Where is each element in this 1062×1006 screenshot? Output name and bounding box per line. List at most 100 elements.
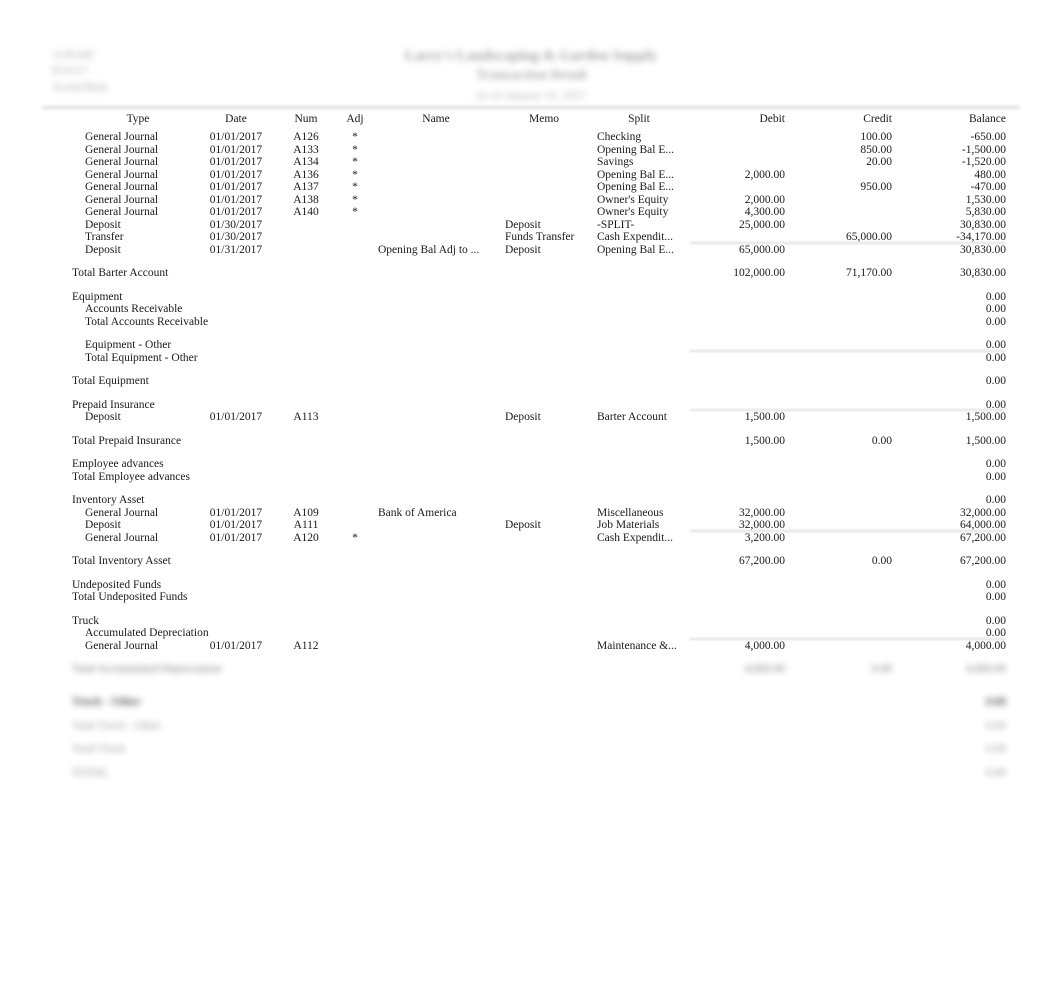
cell-type: Total Accumulated Depreciation — [72, 663, 222, 675]
row-spacer — [0, 364, 1062, 375]
cell-adj: * — [352, 193, 358, 206]
cell-split: Opening Bal E... — [597, 143, 674, 156]
cell-date: 01/01/2017 — [209, 181, 263, 193]
cell-date: 01/01/2017 — [209, 143, 263, 156]
cell-date: 01/01/2017 — [209, 519, 263, 531]
cell-date: 01/01/2017 — [209, 506, 263, 519]
cell-debit: 4,000.00 — [744, 663, 785, 675]
cell-type: Total Equipment - Other — [85, 351, 198, 364]
cell-memo: Deposit — [505, 218, 541, 231]
cell-debit: 65,000.00 — [739, 243, 785, 256]
cell-balance: 30,830.00 — [960, 243, 1006, 256]
transaction-row[interactable]: General Journal 01/01/2017 A120 * Cash Expen… — [0, 532, 1062, 545]
cell-num: A133 — [293, 143, 319, 156]
cell-credit: 100.00 — [860, 131, 892, 143]
total-row: Total Prepaid Insurance 1,500.00 0.00 1,500… — [0, 435, 1062, 448]
cell-balance: 0.00 — [985, 494, 1006, 506]
register-rows: General Journal 01/01/2017 A126 * Checking 10… — [0, 131, 1062, 652]
cell-memo: Funds Transfer — [505, 231, 575, 243]
cell-adj: * — [352, 181, 358, 193]
row-spacer — [0, 424, 1062, 435]
row-spacer — [0, 568, 1062, 579]
cell-memo: Deposit — [505, 519, 541, 531]
cell-num: A120 — [293, 531, 319, 544]
redacted-total-row: Total Truck - Other 0.00 — [0, 720, 1062, 733]
cell-type: Total Equipment — [72, 375, 149, 387]
cell-balance: 0.00 — [985, 470, 1006, 483]
cell-num: A111 — [293, 519, 319, 531]
total-row: Total Accounts Receivable 0.00 — [0, 316, 1062, 329]
transaction-row[interactable]: General Journal 01/01/2017 A134 * Savings 20.… — [0, 156, 1062, 169]
redacted-total-row: Truck - Other 0.00 — [0, 696, 1062, 709]
transaction-row[interactable]: Deposit 01/01/2017 A113 Deposit Barter Accou… — [0, 411, 1062, 424]
row-spacer — [0, 447, 1062, 458]
account-header-row: Accounts Receivable 0.00 — [0, 303, 1062, 316]
cell-debit: 4,000.00 — [744, 639, 785, 652]
transaction-row[interactable]: General Journal 01/01/2017 A109 Bank of Ame… — [0, 507, 1062, 520]
redacted-total-row: Total Truck 0.00 — [0, 743, 1062, 756]
transaction-row[interactable]: General Journal 01/01/2017 A140 * Owner's Eq… — [0, 206, 1062, 219]
cell-type: Total Employee advances — [72, 470, 190, 483]
transaction-register: Type Date Num Adj Name Memo Split Debit … — [0, 112, 1062, 797]
cell-credit: 0.00 — [871, 555, 892, 567]
total-row: Total Undeposited Funds 0.00 — [0, 591, 1062, 604]
transaction-row[interactable]: General Journal 01/01/2017 A133 * Opening Ba… — [0, 144, 1062, 157]
cell-date: 01/01/2017 — [209, 411, 263, 423]
cell-credit: 850.00 — [860, 143, 892, 156]
column-header-num: Num — [294, 113, 318, 125]
transaction-row[interactable]: Deposit 01/31/2017 Opening Bal Adj to ... D… — [0, 244, 1062, 257]
cell-balance: 0.00 — [985, 696, 1006, 708]
report-company-name: Larry's Landscaping & Garden Supply — [404, 48, 658, 64]
cell-adj: * — [352, 168, 358, 181]
cell-debit: 102,000.00 — [733, 267, 785, 279]
cell-type: Truck - Other — [72, 696, 141, 708]
cell-type: Inventory Asset — [72, 494, 145, 506]
row-spacer — [0, 604, 1062, 615]
cell-debit: 25,000.00 — [739, 218, 785, 231]
redacted-total-row: TOTAL 0.00 — [0, 767, 1062, 797]
cell-debit: 2,000.00 — [744, 168, 785, 181]
cell-type: Total Truck - Other — [72, 719, 161, 732]
cell-balance: -470.00 — [970, 181, 1006, 193]
row-spacer — [0, 256, 1062, 267]
transaction-row[interactable]: General Journal 01/01/2017 A138 * Owner's Eq… — [0, 194, 1062, 207]
cell-balance: 1,500.00 — [965, 434, 1006, 447]
cell-type: Equipment - Other — [85, 339, 172, 351]
row-spacer — [0, 709, 1062, 720]
cell-adj: * — [352, 156, 358, 168]
cell-balance: 0.00 — [985, 315, 1006, 328]
cell-debit: 4,300.00 — [744, 206, 785, 218]
cell-type: Total Accounts Receivable — [85, 315, 209, 328]
total-row: Total Employee advances 0.00 — [0, 471, 1062, 484]
row-spacer — [0, 652, 1062, 663]
cell-num: A109 — [293, 506, 319, 519]
total-row: Total Equipment - Other 0.00 — [0, 352, 1062, 365]
cell-balance: -1,500.00 — [961, 143, 1006, 156]
cell-balance: 0.00 — [985, 303, 1006, 315]
total-row: Total Equipment 0.00 — [0, 375, 1062, 388]
cell-type: Total Truck — [72, 743, 126, 755]
report-period: As of January 31, 2017 — [475, 88, 587, 102]
transaction-row[interactable]: General Journal 01/01/2017 A137 * Opening Ba… — [0, 181, 1062, 194]
cell-date: 01/01/2017 — [209, 206, 263, 218]
cell-adj: * — [352, 143, 358, 156]
cell-balance: 0.00 — [985, 591, 1006, 603]
cell-balance: 0.00 — [985, 290, 1006, 303]
cell-date: 01/30/2017 — [209, 231, 263, 243]
transaction-row[interactable]: General Journal 01/01/2017 A136 * Opening Ba… — [0, 169, 1062, 182]
cell-debit: 3,200.00 — [744, 531, 785, 544]
cell-split: Opening Bal E... — [597, 181, 674, 193]
cell-date: 01/01/2017 — [209, 156, 263, 168]
cell-balance: 480.00 — [974, 168, 1006, 181]
cell-date: 01/01/2017 — [209, 168, 263, 181]
column-header-type: Type — [126, 113, 150, 125]
cell-type: Accumulated Depreciation — [85, 627, 209, 639]
cell-date: 01/31/2017 — [209, 243, 263, 256]
transaction-row[interactable]: Deposit 01/30/2017 Deposit -SPLIT- 25,000.00… — [0, 219, 1062, 232]
header-divider — [42, 106, 1020, 109]
cell-balance: 0.00 — [985, 351, 1006, 364]
row-spacer — [0, 732, 1062, 743]
cell-name: Bank of America — [378, 506, 457, 519]
transaction-row[interactable]: General Journal 01/01/2017 A112 Maintenance… — [0, 640, 1062, 653]
transaction-row[interactable]: General Journal 01/01/2017 A126 * Checking 10… — [0, 131, 1062, 144]
